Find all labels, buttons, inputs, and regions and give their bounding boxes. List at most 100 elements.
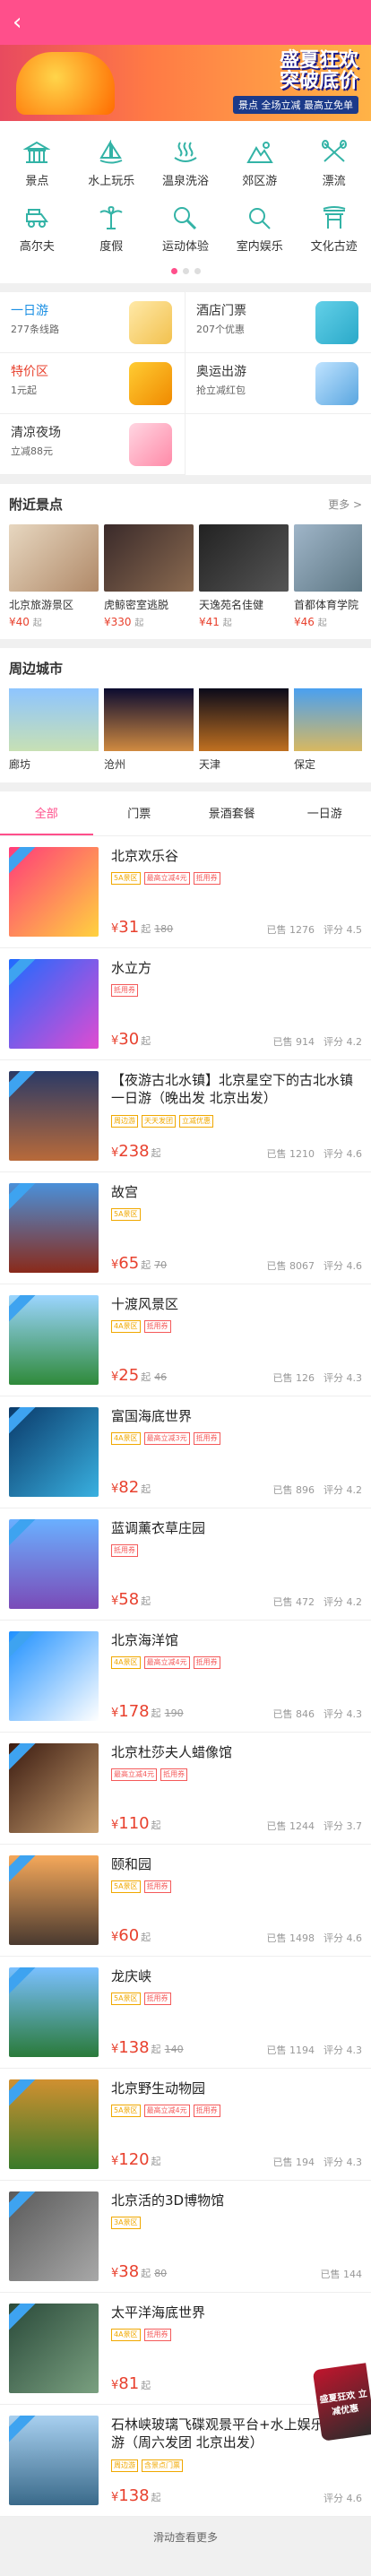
price-value: 38 [118, 2262, 140, 2281]
item-price: ¥138 起 140 [111, 2038, 184, 2057]
category-室内娱乐[interactable]: 室内娱乐 [222, 199, 297, 264]
list-item[interactable]: 富国海底世界 4A景区 最高立减3元 抵用券 ¥82 起 已售 896 评分 4.2 [0, 1396, 371, 1508]
list-item[interactable]: 龙庆峡 5A景区 抵用券 ¥138 起 140 已售 1194 评分 4.3 [0, 1957, 371, 2069]
tag-group: 最高立减4元 抵用券 [111, 1768, 362, 1782]
tag-badge: 最高立减3元 [143, 1432, 190, 1446]
category-温泉洗浴[interactable]: 温泉洗浴 [149, 134, 223, 199]
tag-badge: 抵用券 [143, 1320, 171, 1334]
city-card[interactable]: 天津 [199, 688, 289, 772]
city-name: 廊坊 [9, 758, 31, 771]
promo-酒店门票[interactable]: 酒店门票 207个优惠 [186, 292, 371, 353]
promo-banner[interactable]: 盛夏狂欢 突破底价 景点 全场立减 最高立免单 [0, 45, 371, 121]
item-footer: ¥65 起 70 已售 8067 评分 4.6 [111, 1254, 362, 1273]
item-price: ¥81 起 [111, 2374, 151, 2393]
price-suffix: 起 [151, 1147, 161, 1159]
nearby-image [199, 524, 289, 592]
category-label: 水上玩乐 [88, 175, 135, 188]
list-item[interactable]: 故宫 5A景区 ¥65 起 70 已售 8067 评分 4.6 [0, 1172, 371, 1284]
page-dot [194, 268, 201, 274]
item-stats: 已售 472 评分 4.2 [264, 1595, 363, 1609]
tab-门票[interactable]: 门票 [93, 791, 186, 835]
item-title: 北京活的3D博物馆 [111, 2192, 225, 2209]
item-thumbnail [9, 1295, 99, 1385]
category-水上玩乐[interactable]: 水上玩乐 [74, 134, 149, 199]
tag-group: 抵用券 [111, 1544, 362, 1558]
item-info: 富国海底世界 4A景区 最高立减3元 抵用券 ¥82 起 已售 896 评分 4.2 [99, 1407, 362, 1497]
price-value: 65 [118, 1254, 140, 1273]
promo-奥运出游[interactable]: 奥运出游 抢立减红包 [186, 353, 371, 414]
tag-badge: 抵用券 [111, 1544, 138, 1558]
item-footer: ¥60 起 已售 1498 评分 4.6 [111, 1926, 362, 1945]
list-item[interactable]: 北京海洋馆 4A景区 最高立减4元 抵用券 ¥178 起 190 已售 846 评分 4.3 [0, 1621, 371, 1733]
price-suffix: 起 [141, 2268, 151, 2279]
item-info: 北京野生动物园 5A景区 最高立减4元 抵用券 ¥120 起 已售 194 评分 4.3 [99, 2079, 362, 2169]
corner-ribbon [9, 1295, 36, 1325]
corner-ribbon [9, 1855, 36, 1885]
city-card[interactable]: 廊坊 [9, 688, 99, 772]
list-item[interactable]: 十渡风景区 4A景区 抵用券 ¥25 起 46 已售 126 评分 4.3 [0, 1284, 371, 1396]
tag-badge: 抵用券 [193, 2105, 220, 2118]
sold-count: 已售 472 [272, 1596, 315, 1608]
list-item[interactable]: 北京欢乐谷 5A景区 最高立减4元 抵用券 ¥31 起 180 已售 1276 评分 4.5 [0, 836, 371, 948]
load-more[interactable]: 滑动查看更多 [0, 2517, 371, 2554]
list-item[interactable]: 北京野生动物园 5A景区 最高立减4元 抵用券 ¥120 起 已售 194 评分 4.3 [0, 2069, 371, 2181]
cities-header: 周边城市 [9, 659, 362, 678]
nearby-list: 北京旅游景区 ¥40 起虎鲸密室逃脱 ¥330 起天逸苑名佳健 ¥41 起首都体育学院… [9, 524, 362, 628]
category-高尔夫[interactable]: 高尔夫 [0, 199, 74, 264]
banner-subtitle: 景点 全场立减 最高立免单 [233, 96, 358, 114]
filter-tabs: 全部 门票 景酒套餐 一日游 [0, 791, 371, 836]
tag-badge: 5A景区 [111, 1993, 141, 2006]
item-stats: 评分 4.6 [315, 2491, 362, 2505]
city-card[interactable]: 沧州 [104, 688, 194, 772]
nearby-image [104, 524, 194, 592]
list-item[interactable]: 颐和园 5A景区 抵用券 ¥60 起 已售 1498 评分 4.6 [0, 1845, 371, 1957]
tab-景酒套餐[interactable]: 景酒套餐 [186, 791, 279, 835]
price-suffix: 起 [317, 618, 327, 628]
original-price: 180 [154, 923, 174, 935]
category-label: 郊区游 [242, 175, 278, 188]
tag-badge: 抵用券 [143, 1880, 171, 1894]
nearby-header: 附近景点 更多 > [9, 495, 362, 514]
category-文化古迹[interactable]: 文化古迹 [297, 199, 371, 264]
page-dot [182, 268, 189, 274]
item-footer: ¥238 起 已售 1210 评分 4.6 [111, 1142, 362, 1161]
app-root: ‹ 盛夏狂欢 突破底价 景点 全场立减 最高立免单 景点 水上玩乐 温泉洗浴 郊区游 漂… [0, 0, 371, 2554]
back-arrow-icon[interactable]: ‹ [13, 11, 22, 34]
item-info: 十渡风景区 4A景区 抵用券 ¥25 起 46 已售 126 评分 4.3 [99, 1295, 362, 1385]
category-运动体验[interactable]: 运动体验 [149, 199, 223, 264]
more-link[interactable]: 更多 > [328, 497, 362, 512]
list-item[interactable]: 石林峡玻璃飞碟观景平台+水上娱乐一日游（周六发团 北京出发） 周边游 含景点门票 ¥1… [0, 2405, 371, 2517]
tab-全部[interactable]: 全部 [0, 791, 93, 835]
list-item[interactable]: 北京活的3D博物馆 3A景区 ¥38 起 80 已售 144 [0, 2181, 371, 2293]
tag-badge: 周边游 [111, 1114, 138, 1128]
category-漂流[interactable]: 漂流 [297, 134, 371, 199]
list-item[interactable]: 水立方 抵用券 ¥30 起 已售 914 评分 4.2 [0, 948, 371, 1060]
promo-一日游[interactable]: 一日游 277条线路 [0, 292, 186, 353]
item-thumbnail [9, 2191, 99, 2281]
category-label: 漂流 [322, 175, 346, 188]
rating: 评分 4.6 [324, 1932, 362, 1944]
floating-promo-badge[interactable]: 盛夏狂欢 立减优惠 [312, 2363, 371, 2442]
list-item[interactable]: 蓝调薰衣草庄园 抵用券 ¥58 起 已售 472 评分 4.2 [0, 1508, 371, 1621]
item-stats: 已售 1244 评分 3.7 [258, 1819, 363, 1833]
category-景点[interactable]: 景点 [0, 134, 74, 199]
category-郊区游[interactable]: 郊区游 [222, 134, 297, 199]
nearby-card[interactable]: 北京旅游景区 ¥40 起 [9, 524, 99, 628]
tab-一日游[interactable]: 一日游 [279, 791, 371, 835]
item-price: ¥238 起 [111, 1142, 161, 1161]
nearby-card[interactable]: 虎鲸密室逃脱 ¥330 起 [104, 524, 194, 628]
category-度假[interactable]: 度假 [74, 199, 149, 264]
item-title: 【夜游古北水镇】北京星空下的古北水镇一日游（晚出发 北京出发） [111, 1072, 354, 1107]
list-item[interactable]: 北京杜莎夫人蜡像馆 最高立减4元 抵用券 ¥110 起 已售 1244 评分 3.7 [0, 1733, 371, 1845]
price-value: 238 [118, 1142, 150, 1161]
list-item[interactable]: 【夜游古北水镇】北京星空下的古北水镇一日游（晚出发 北京出发） 周边游 天天发团 立减… [0, 1060, 371, 1172]
nearby-card[interactable]: 天逸苑名佳健 ¥41 起 [199, 524, 289, 628]
promo-特价区[interactable]: 特价区 1元起 [0, 353, 186, 414]
nearby-card[interactable]: 首都体育学院 ¥46 起 [294, 524, 362, 628]
city-card[interactable]: 保定 [294, 688, 362, 772]
price-value: 25 [118, 1366, 140, 1385]
price-value: 30 [118, 1030, 140, 1049]
price-suffix: 起 [134, 618, 144, 628]
item-thumbnail [9, 1183, 99, 1273]
promo-清凉夜场[interactable]: 清凉夜场 立减88元 [0, 414, 186, 475]
